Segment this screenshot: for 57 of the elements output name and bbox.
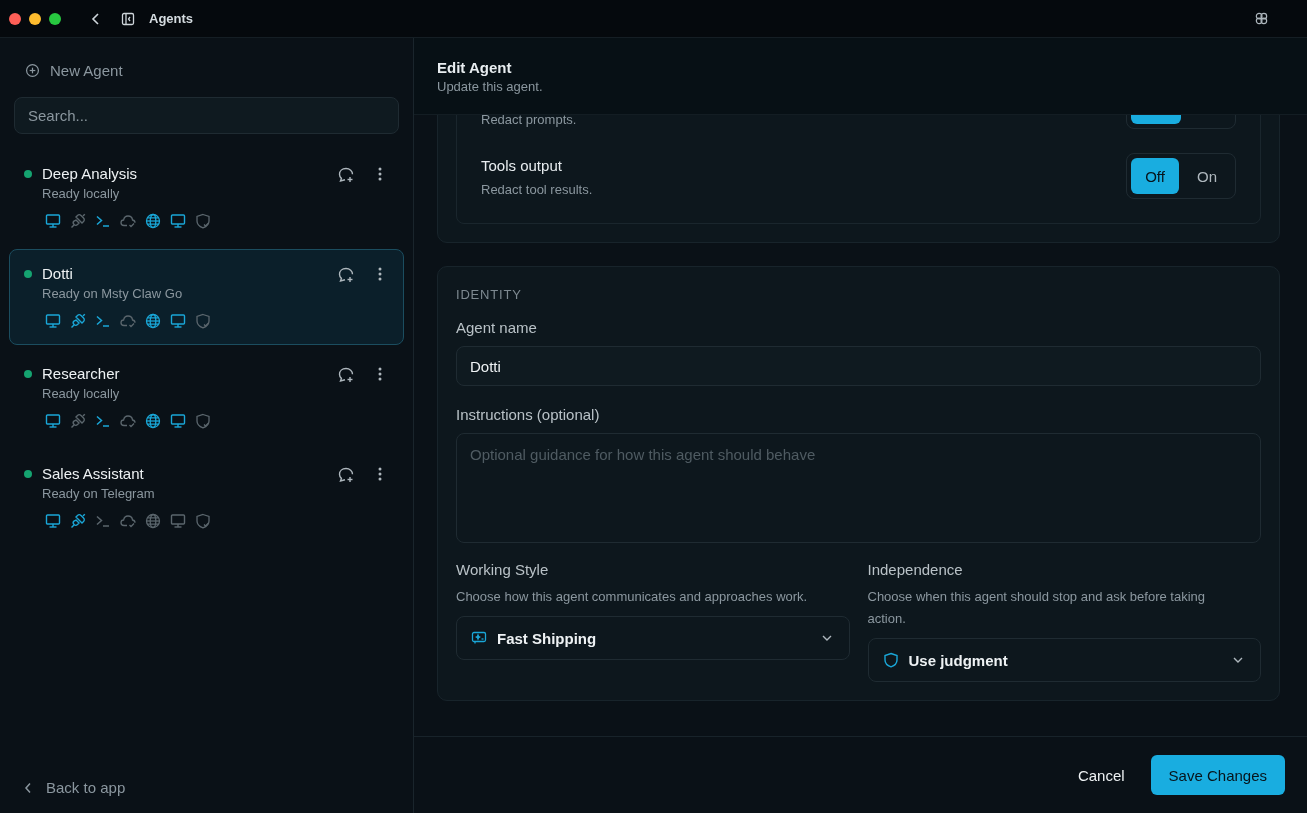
back-chevron-icon bbox=[23, 780, 33, 795]
agent-status: Ready on Telegram bbox=[42, 486, 155, 501]
working-style-select[interactable]: Fast Shipping bbox=[456, 616, 850, 660]
save-changes-button[interactable]: Save Changes bbox=[1150, 755, 1285, 795]
agent-status: Ready locally bbox=[42, 386, 120, 401]
cancel-button[interactable]: Cancel bbox=[1073, 758, 1129, 792]
status-dot bbox=[24, 170, 32, 178]
field-label: Working Style bbox=[456, 561, 549, 578]
status-dot bbox=[24, 370, 32, 378]
message-sparkle-icon bbox=[471, 630, 487, 646]
agent-list-item[interactable]: Sales Assistant Ready on Telegram bbox=[9, 449, 404, 545]
page-subtitle: Update this agent. bbox=[437, 78, 543, 94]
setting-description: Redact tool results. bbox=[481, 182, 593, 197]
page-title: Edit Agent bbox=[437, 58, 512, 76]
agent-name: Deep Analysis bbox=[42, 164, 138, 184]
independence-select[interactable]: Use judgment bbox=[867, 638, 1261, 682]
clover-logo-icon[interactable] bbox=[1254, 11, 1269, 26]
agent-list-item[interactable]: Researcher Ready locally bbox=[9, 349, 404, 445]
new-agent-button[interactable]: New Agent bbox=[9, 38, 139, 80]
agent-name-field[interactable]: Dotti bbox=[456, 346, 1261, 386]
window-title: Agents bbox=[149, 11, 194, 26]
field-help: Choose when this agent should stop and ask before taking action. bbox=[867, 588, 1206, 628]
section-label: IDENTITY bbox=[456, 287, 522, 302]
add-circle-icon bbox=[25, 62, 40, 78]
sidebar-toggle-icon[interactable] bbox=[121, 11, 135, 26]
agent-list-item[interactable]: Dotti Ready on Msty Claw Go bbox=[9, 249, 404, 345]
new-chat-icon[interactable] bbox=[337, 366, 355, 384]
agent-name: Sales Assistant bbox=[42, 464, 144, 484]
more-options-icon[interactable] bbox=[377, 366, 383, 382]
toggle-option[interactable]: Off bbox=[1131, 158, 1179, 194]
new-chat-icon[interactable] bbox=[337, 466, 355, 484]
agent-name: Dotti bbox=[42, 264, 73, 284]
agent-status: Ready on Msty Claw Go bbox=[42, 286, 183, 301]
toggle-option[interactable]: On bbox=[1183, 158, 1231, 194]
field-help: Choose how this agent communicates and approaches work. bbox=[456, 588, 809, 606]
status-dot bbox=[24, 470, 32, 478]
back-to-app-link[interactable]: Back to app bbox=[9, 779, 140, 796]
more-options-icon[interactable] bbox=[377, 266, 383, 282]
setting-description: Redact prompts. bbox=[481, 115, 577, 127]
agent-list-item[interactable]: Deep Analysis Ready locally bbox=[9, 149, 404, 245]
agent-status: Ready locally bbox=[42, 186, 120, 201]
instructions-field[interactable]: Optional guidance for how this agent should behave bbox=[456, 433, 1261, 543]
close-window-button[interactable] bbox=[9, 12, 21, 25]
more-options-icon[interactable] bbox=[377, 466, 383, 482]
more-options-icon[interactable] bbox=[377, 166, 383, 182]
shield-icon bbox=[882, 652, 899, 668]
status-dot bbox=[24, 270, 32, 278]
new-chat-icon[interactable] bbox=[337, 266, 355, 284]
new-chat-icon[interactable] bbox=[337, 166, 355, 184]
agent-name: Researcher bbox=[42, 364, 120, 384]
setting-title: Tools output bbox=[481, 157, 562, 174]
field-label: Independence bbox=[867, 561, 963, 578]
search-field[interactable]: Search... bbox=[14, 97, 399, 134]
zoom-window-button[interactable] bbox=[49, 12, 61, 25]
field-label: Instructions (optional) bbox=[456, 406, 600, 423]
minimize-window-button[interactable] bbox=[29, 12, 41, 25]
field-label: Agent name bbox=[456, 319, 537, 336]
